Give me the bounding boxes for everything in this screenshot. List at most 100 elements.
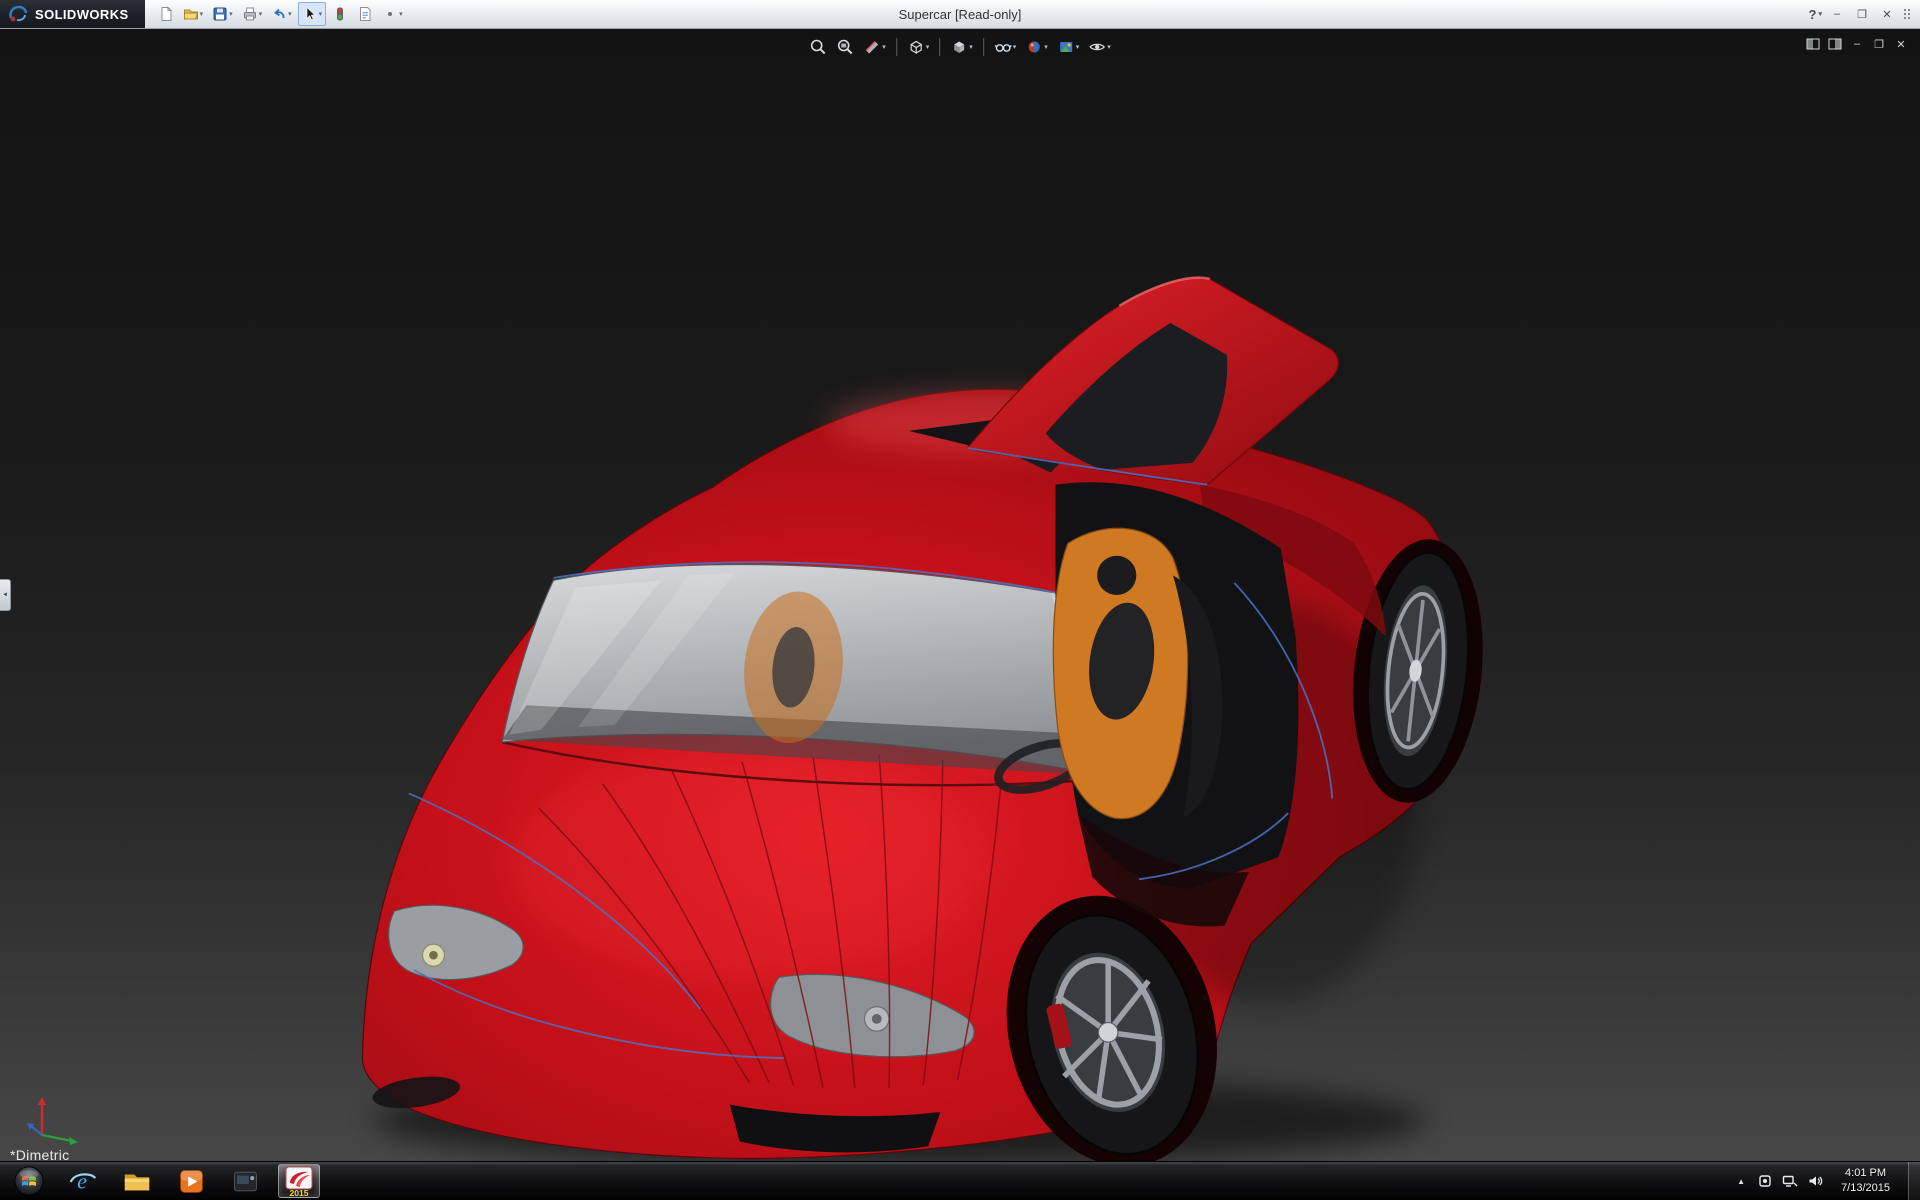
hide-show-glasses-icon bbox=[994, 44, 1012, 52]
car-model-supercar[interactable] bbox=[0, 29, 1920, 1161]
apply-scene-button[interactable]: ▾ bbox=[1055, 37, 1082, 57]
restore-button[interactable]: ❐ bbox=[1852, 5, 1872, 23]
help-button[interactable]: ? ▾ bbox=[1809, 7, 1822, 22]
taskbar-file-explorer[interactable] bbox=[116, 1164, 158, 1198]
help-icon: ? bbox=[1808, 6, 1817, 22]
doc-minimize-button[interactable]: – bbox=[1850, 37, 1864, 51]
tray-app-icon[interactable] bbox=[1758, 1174, 1772, 1188]
svg-text:e: e bbox=[77, 1169, 87, 1194]
caret-icon: ▾ bbox=[969, 43, 973, 51]
open-door[interactable] bbox=[966, 276, 1339, 486]
hide-show-items-button[interactable]: ▾ bbox=[992, 37, 1019, 57]
solidworks-app-icon: 2015 bbox=[285, 1166, 313, 1197]
taskbar: e 2015 ▲ 4:01 PM 7/13/2015 bbox=[0, 1161, 1920, 1200]
separator bbox=[895, 38, 897, 56]
volume-icon[interactable] bbox=[1808, 1174, 1823, 1188]
split-pane-left-icon[interactable] bbox=[1806, 38, 1820, 50]
windows-start-icon bbox=[14, 1166, 44, 1196]
standard-toolbar: ▾ ▾ ▾ ▾ ▾ ▾ bbox=[155, 2, 406, 26]
options-button[interactable]: ▾ bbox=[379, 2, 406, 26]
new-document-icon bbox=[161, 6, 172, 21]
titlebar: SOLIDWORKS ▾ ▾ ▾ ▾ ▾ ▾ Supercar [Read-on… bbox=[0, 0, 1920, 29]
doc-close-button[interactable]: ✕ bbox=[1894, 37, 1908, 51]
3ds-logo-icon bbox=[9, 5, 28, 22]
display-style-cube-icon bbox=[954, 41, 965, 53]
edit-appearance-ball-icon bbox=[1028, 41, 1040, 53]
zoom-to-fit-button[interactable] bbox=[807, 37, 829, 57]
view-settings-eye-icon bbox=[1089, 43, 1106, 51]
select-cursor-icon bbox=[306, 6, 315, 21]
caret-icon: ▾ bbox=[1044, 43, 1048, 51]
minimize-button[interactable]: – bbox=[1827, 5, 1847, 23]
media-player-icon bbox=[179, 1169, 203, 1193]
reference-triad bbox=[27, 1097, 78, 1145]
open-folder-icon bbox=[183, 9, 198, 20]
toolbar-options-icon[interactable] bbox=[1902, 7, 1912, 21]
caret-icon: ▾ bbox=[1818, 10, 1822, 18]
taskbar-screenshot-tool[interactable] bbox=[224, 1164, 266, 1198]
caret-icon: ▾ bbox=[229, 10, 233, 18]
file-properties-icon bbox=[360, 7, 371, 21]
print-button[interactable]: ▾ bbox=[239, 2, 266, 26]
screenshot-tool-icon bbox=[233, 1171, 257, 1191]
open-button[interactable]: ▾ bbox=[180, 2, 207, 26]
zoom-to-area-button[interactable] bbox=[834, 37, 856, 57]
zoom-to-fit-icon bbox=[810, 39, 826, 55]
view-orientation-cube-icon bbox=[909, 40, 922, 55]
internet-explorer-icon: e bbox=[69, 1169, 97, 1194]
section-view-icon bbox=[865, 40, 879, 54]
caret-icon: ▾ bbox=[288, 10, 292, 18]
caret-icon: ▾ bbox=[925, 43, 930, 51]
caret-icon: ▾ bbox=[882, 43, 886, 51]
clock-time: 4:01 PM bbox=[1845, 1167, 1887, 1180]
graphics-viewport[interactable]: ▾ ▾ ▾ ▾ ▾ ▾ ▾ – ❐ ✕ ◄ *Dimetric bbox=[0, 29, 1920, 1161]
taskbar-clock[interactable]: 4:01 PM 7/13/2015 bbox=[1833, 1166, 1898, 1196]
view-orientation-label: *Dimetric bbox=[10, 1147, 70, 1161]
rebuild-button[interactable] bbox=[329, 2, 351, 26]
options-gear-icon bbox=[388, 12, 393, 16]
system-tray: ▲ 4:01 PM 7/13/2015 bbox=[1734, 1162, 1920, 1200]
titlebar-controls: ? ▾ – ❐ ✕ bbox=[1809, 5, 1920, 23]
display-style-button[interactable]: ▾ bbox=[948, 37, 975, 57]
taskbar-solidworks-2015[interactable]: 2015 bbox=[278, 1164, 320, 1198]
view-orientation-button[interactable]: ▾ bbox=[905, 37, 932, 57]
file-properties-button[interactable] bbox=[354, 2, 376, 26]
clock-date: 7/13/2015 bbox=[1841, 1182, 1890, 1194]
print-icon bbox=[243, 7, 256, 21]
caret-icon: ▾ bbox=[1075, 43, 1080, 51]
solidworks-year-badge: 2015 bbox=[290, 1188, 309, 1197]
zoom-to-area-icon bbox=[837, 39, 853, 55]
windshield[interactable] bbox=[501, 563, 1109, 778]
save-floppy-icon bbox=[213, 7, 227, 21]
section-view-button[interactable]: ▾ bbox=[861, 37, 888, 57]
caret-icon: ▾ bbox=[258, 10, 263, 18]
close-button[interactable]: ✕ bbox=[1877, 5, 1897, 23]
pane-collapse-icon: ◄ bbox=[2, 592, 8, 598]
folder-icon bbox=[124, 1174, 150, 1191]
start-button[interactable] bbox=[8, 1164, 50, 1198]
save-button[interactable]: ▾ bbox=[209, 2, 236, 26]
split-pane-right-icon[interactable] bbox=[1828, 38, 1842, 50]
new-document-button[interactable] bbox=[155, 2, 177, 26]
apply-scene-icon bbox=[1059, 42, 1072, 52]
heads-up-view-toolbar: ▾ ▾ ▾ ▾ ▾ ▾ ▾ bbox=[807, 37, 1113, 57]
taskbar-media-player[interactable] bbox=[170, 1164, 212, 1198]
caret-icon: ▾ bbox=[318, 10, 323, 18]
document-window-controls: – ❐ ✕ bbox=[1806, 37, 1908, 51]
rebuild-icon bbox=[337, 7, 344, 21]
undo-icon bbox=[274, 8, 285, 19]
caret-icon: ▾ bbox=[199, 10, 204, 18]
show-desktop-button[interactable] bbox=[1908, 1162, 1920, 1200]
separator bbox=[939, 38, 941, 56]
edit-appearance-button[interactable]: ▾ bbox=[1023, 37, 1050, 57]
feature-pane-collapse-tab[interactable]: ◄ bbox=[0, 579, 11, 611]
show-hidden-icons-button[interactable]: ▲ bbox=[1734, 1177, 1748, 1186]
brand-text: SOLIDWORKS bbox=[35, 6, 129, 22]
undo-button[interactable]: ▾ bbox=[268, 2, 295, 26]
solidworks-brand: SOLIDWORKS bbox=[0, 0, 145, 28]
view-settings-button[interactable]: ▾ bbox=[1086, 37, 1113, 57]
select-button[interactable]: ▾ bbox=[297, 2, 327, 26]
network-icon[interactable] bbox=[1782, 1174, 1798, 1188]
doc-restore-button[interactable]: ❐ bbox=[1872, 37, 1886, 51]
taskbar-internet-explorer[interactable]: e bbox=[62, 1164, 104, 1198]
